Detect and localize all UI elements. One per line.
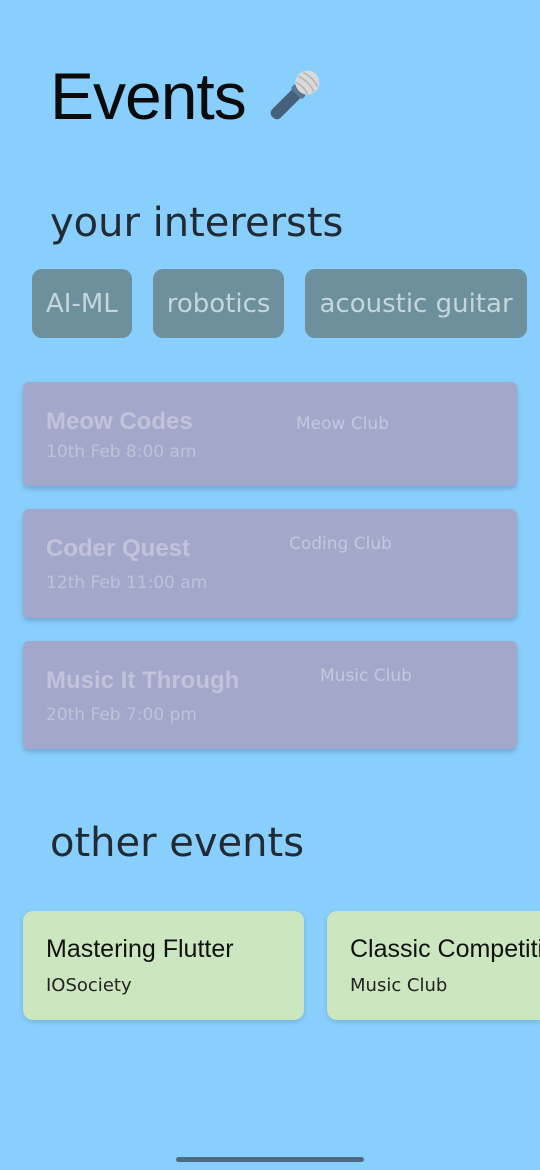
event-name: Meow Codes <box>46 408 193 435</box>
interests-heading: your interersts <box>50 200 344 246</box>
event-date: 10th Feb 8:00 am <box>46 442 197 462</box>
event-card[interactable]: Meow Codes 10th Feb 8:00 am Meow Club <box>23 382 517 486</box>
interest-chip-acoustic-guitar[interactable]: acoustic guitar <box>305 269 527 338</box>
page-title: Events <box>50 59 247 133</box>
event-card[interactable]: Coder Quest 12th Feb 11:00 am Coding Clu… <box>23 509 517 618</box>
event-date: 20th Feb 7:00 pm <box>46 705 197 725</box>
other-events-heading: other events <box>50 820 305 866</box>
event-club: Meow Club <box>296 414 389 434</box>
other-event-name: Mastering Flutter <box>46 935 234 963</box>
event-card[interactable]: Music It Through 20th Feb 7:00 pm Music … <box>23 641 517 749</box>
event-date: 12th Feb 11:00 am <box>46 573 208 593</box>
event-name: Music It Through <box>46 667 240 694</box>
interest-chip-ai-ml[interactable]: AI-ML <box>32 269 132 338</box>
other-event-club: Music Club <box>350 975 448 996</box>
microphone-icon <box>270 70 320 120</box>
other-event-card[interactable]: Classic Competition Music Club <box>327 911 540 1020</box>
event-club: Coding Club <box>289 534 392 554</box>
interest-chip-robotics[interactable]: robotics <box>152 269 285 338</box>
other-event-club: IOSociety <box>46 975 132 996</box>
event-club: Music Club <box>320 666 412 686</box>
home-indicator[interactable] <box>176 1157 364 1162</box>
event-name: Coder Quest <box>46 535 191 562</box>
other-event-name: Classic Competition <box>350 935 540 963</box>
header: Events <box>50 58 326 134</box>
other-event-card[interactable]: Mastering Flutter IOSociety <box>23 911 304 1020</box>
interest-chips: AI-ML robotics acoustic guitar <box>32 269 527 338</box>
